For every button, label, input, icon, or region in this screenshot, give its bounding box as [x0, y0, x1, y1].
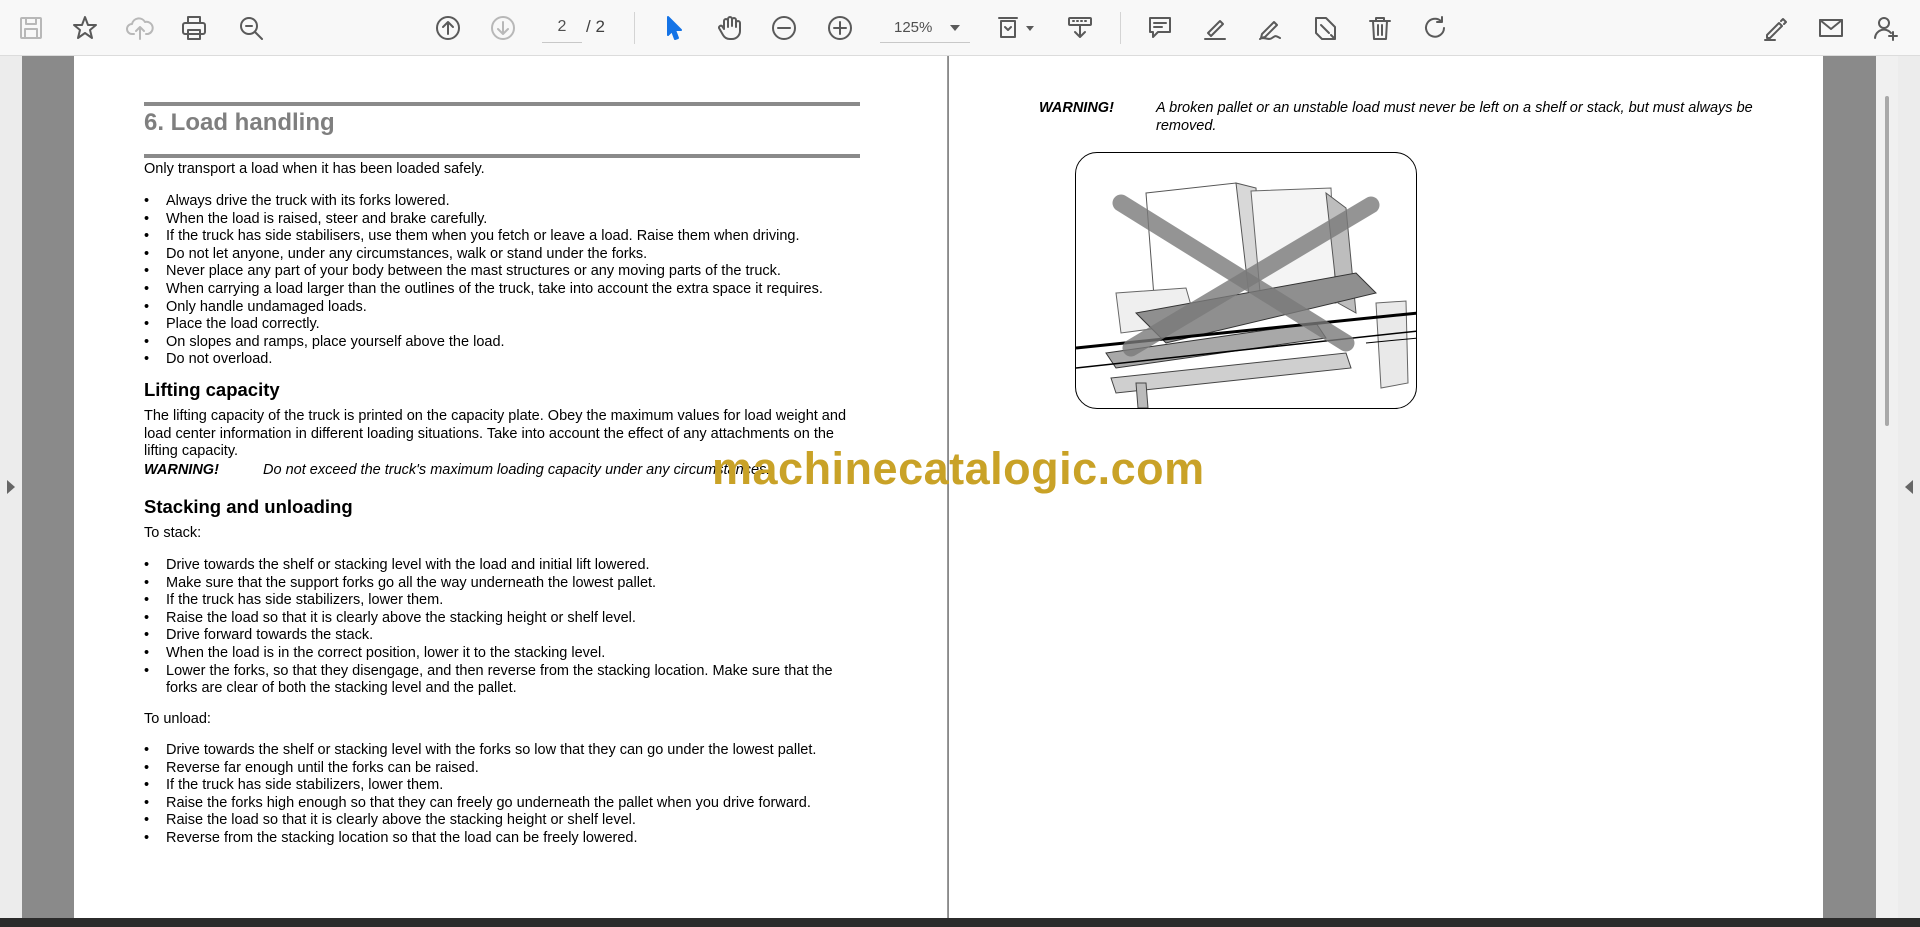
- stack-intro: To stack:: [144, 525, 202, 541]
- list-item: On slopes and ramps, place yourself abov…: [144, 334, 864, 352]
- save-icon[interactable]: [11, 8, 51, 48]
- chevron-down-icon: [1026, 26, 1034, 31]
- unload-steps-list: Drive towards the shelf or stacking leve…: [144, 742, 864, 848]
- watermark: machinecatalogic.com: [712, 443, 1205, 494]
- intro-text: Only transport a load when it has been l…: [144, 161, 485, 177]
- list-item: When the load is in the correct position…: [144, 645, 864, 663]
- list-item: If the truck has side stabilizers, lower…: [144, 592, 864, 610]
- plus-circle-icon[interactable]: [820, 8, 860, 48]
- toolbar: / 2 125%: [0, 0, 1920, 56]
- title-rule-bottom: [144, 154, 860, 158]
- search-icon[interactable]: [231, 8, 271, 48]
- list-item: Drive towards the shelf or stacking leve…: [144, 742, 864, 760]
- list-item: Only handle undamaged loads.: [144, 299, 864, 317]
- zoom-level: 125%: [894, 19, 933, 36]
- page-number-input[interactable]: [542, 11, 582, 43]
- highlighter-icon[interactable]: [1195, 8, 1235, 48]
- list-item: Do not let anyone, under any circumstanc…: [144, 246, 864, 264]
- list-item: Lower the forks, so that they disengage,…: [144, 663, 864, 698]
- stacking-heading: Stacking and unloading: [144, 496, 353, 517]
- list-item: Drive towards the shelf or stacking leve…: [144, 557, 864, 575]
- zoom-select[interactable]: 125%: [880, 11, 970, 43]
- comment-icon[interactable]: [1140, 8, 1180, 48]
- fit-page-icon[interactable]: [988, 8, 1034, 48]
- safety-rules-list: Always drive the truck with its forks lo…: [144, 193, 864, 369]
- list-item: When carrying a load larger than the out…: [144, 281, 864, 299]
- title-rule-top: [144, 102, 860, 106]
- toolbar-divider: [1120, 12, 1121, 44]
- list-item: If the truck has side stabilizers, lower…: [144, 777, 864, 795]
- list-item: When the load is raised, steer and brake…: [144, 211, 864, 229]
- pointer-icon[interactable]: [654, 8, 694, 48]
- trash-icon[interactable]: [1360, 8, 1400, 48]
- warning-label: WARNING!: [144, 462, 219, 478]
- arrow-down-circle-icon[interactable]: [483, 8, 523, 48]
- stack-steps-list: Drive towards the shelf or stacking leve…: [144, 557, 864, 698]
- broken-pallet-illustration: [1075, 152, 1417, 409]
- arrow-up-circle-icon[interactable]: [428, 8, 468, 48]
- taskbar-edge: [0, 918, 1920, 927]
- lifting-capacity-heading: Lifting capacity: [144, 379, 280, 400]
- sign-icon[interactable]: [1756, 8, 1796, 48]
- add-user-icon[interactable]: [1866, 8, 1906, 48]
- hand-icon[interactable]: [710, 8, 750, 48]
- list-item: Raise the load so that it is clearly abo…: [144, 812, 864, 830]
- envelope-icon[interactable]: [1811, 8, 1851, 48]
- cloud-upload-icon[interactable]: [120, 8, 160, 48]
- list-item: Drive forward towards the stack.: [144, 627, 864, 645]
- list-item: Place the load correctly.: [144, 316, 864, 334]
- scroll-mode-icon[interactable]: [1060, 8, 1100, 48]
- toolbar-divider: [634, 12, 635, 44]
- list-item: Reverse far enough until the forks can b…: [144, 760, 864, 778]
- section-title: 6. Load handling: [144, 109, 335, 136]
- scrollbar-thumb[interactable]: [1885, 96, 1889, 426]
- list-item: If the truck has side stabilisers, use t…: [144, 228, 864, 246]
- list-item: Raise the forks high enough so that they…: [144, 795, 864, 813]
- unload-intro: To unload:: [144, 711, 211, 727]
- printer-icon[interactable]: [174, 8, 214, 48]
- warning-text: A broken pallet or an unstable load must…: [1156, 100, 1753, 134]
- minus-circle-icon[interactable]: [764, 8, 804, 48]
- chevron-right-icon[interactable]: [7, 480, 15, 494]
- list-item: Never place any part of your body betwee…: [144, 263, 864, 281]
- list-item: Always drive the truck with its forks lo…: [144, 193, 864, 211]
- list-item: Do not overload.: [144, 351, 864, 369]
- rotate-icon[interactable]: [1415, 8, 1455, 48]
- list-item: Make sure that the support forks go all …: [144, 575, 864, 593]
- vertical-scrollbar[interactable]: [1876, 56, 1898, 918]
- star-icon[interactable]: [65, 8, 105, 48]
- chevron-left-icon[interactable]: [1905, 480, 1913, 494]
- chevron-down-icon: [950, 25, 960, 31]
- warning-label: WARNING!: [1039, 100, 1114, 116]
- warning-text: Do not exceed the truck's maximum loadin…: [263, 462, 771, 478]
- stamp-icon[interactable]: [1305, 8, 1345, 48]
- forklift-crossed-out-drawing: [1076, 182, 1416, 408]
- list-item: Raise the load so that it is clearly abo…: [144, 610, 864, 628]
- list-item: Reverse from the stacking location so th…: [144, 830, 864, 848]
- page-total: / 2: [586, 17, 605, 36]
- pen-icon[interactable]: [1250, 8, 1290, 48]
